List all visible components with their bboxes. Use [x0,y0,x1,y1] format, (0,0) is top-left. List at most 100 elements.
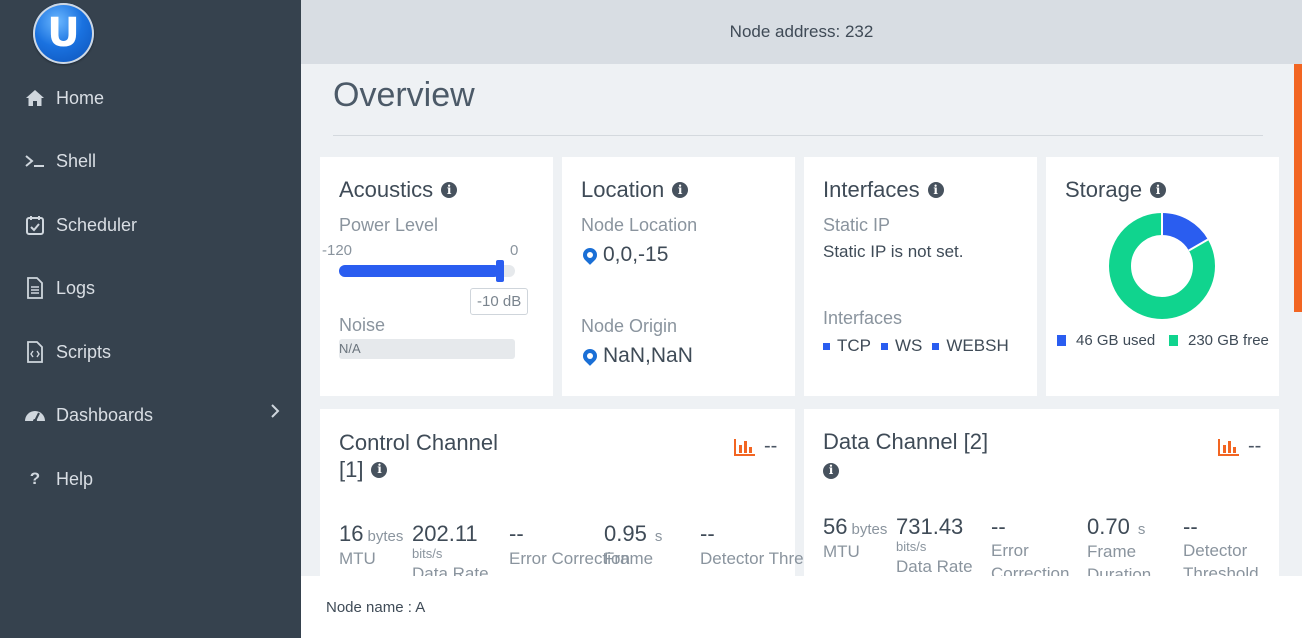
bullet-icon [881,342,888,350]
info-icon[interactable]: i [441,182,458,198]
sidebar-item-help[interactable]: ? Help [24,464,93,494]
interface-label: TCP [837,336,871,355]
main-content: Overview Acoustics i Power Level -120 0 … [301,64,1302,576]
dc-mtu: 56 bytes [823,514,887,540]
app-logo[interactable]: U [33,3,94,64]
footer: Node name : A [301,576,1302,638]
location-title-text: Location [581,177,665,202]
sidebar-item-dashboards[interactable]: Dashboards [24,400,153,430]
data-channel-title-text: Data Channel [2] [823,429,989,454]
sidebar-item-label: Scheduler [56,214,138,235]
static-ip-value: Static IP is not set. [823,242,964,261]
page-title: Overview [333,76,475,114]
bullet-icon [823,342,830,350]
sidebar-item-label: Home [56,87,105,108]
sidebar-item-scheduler[interactable]: Scheduler [24,210,137,240]
info-icon[interactable]: i [672,182,689,198]
sidebar-item-label: Dashboards [56,404,154,425]
info-icon[interactable]: i [927,182,944,198]
interfaces-card: Interfaces i Static IP Static IP is not … [804,157,1037,396]
legend-used: 46 GB used [1057,332,1155,349]
code-file-icon [24,341,46,363]
map-pin-icon [580,245,600,265]
storage-title: Storage i [1065,177,1167,203]
scrollbar-thumb[interactable] [1294,64,1302,312]
acoustics-card: Acoustics i Power Level -120 0 -10 dB No… [320,157,553,396]
node-origin-label: Node Origin [581,316,678,336]
dc-detector-label-1: Detector [1183,541,1248,560]
home-icon [24,87,46,109]
dc-frame-label-1: Frame [1087,542,1137,561]
storage-title-text: Storage [1065,177,1143,202]
sidebar-item-label: Help [56,468,94,489]
document-icon [24,277,46,299]
power-slider[interactable] [339,260,515,282]
location-card: Location i Node Location 0,0,-15 Node Or… [562,157,795,396]
cc-mtu-unit: bytes [367,528,404,545]
cc-data-rate-label: Data Rate [412,564,489,576]
data-channel-title: Data Channel [2] i [823,429,988,479]
dashboard-icon [24,404,46,426]
sidebar-item-shell[interactable]: Shell [24,146,96,176]
interfaces-title: Interfaces i [823,177,944,203]
info-icon[interactable]: i [823,462,839,479]
dc-error-label-2: Correction [991,564,1070,576]
cc-mtu-value: 16 [339,521,364,546]
cc-detector-value: -- [700,521,715,546]
sidebar-item-logs[interactable]: Logs [24,273,95,303]
interface-label: WS [895,336,923,355]
node-location: 0,0,-15 [580,243,668,267]
node-address: Node address: 232 [729,22,874,41]
dc-data-rate-value: 731.43 [896,514,964,539]
storage-card: Storage i 46 GB used 230 GB free [1046,157,1279,396]
noise-label: Noise [339,315,386,335]
cc-frame-label: Frame [604,549,654,568]
dc-detector-value: -- [1183,514,1198,539]
data-channel-chart-button[interactable]: -- [1218,435,1261,458]
node-name: Node name : A [326,599,426,616]
dc-error-label-1: Error [991,541,1029,560]
sidebar: U Home Shell Scheduler Logs Scripts Dash… [0,0,301,638]
legend-swatch-free [1169,335,1178,346]
slider-max-label: 0 [510,242,519,259]
bar-chart-icon [1218,438,1239,456]
terminal-icon [24,150,46,172]
title-divider [333,135,1263,136]
info-icon[interactable]: i [371,461,388,478]
dc-frame-label-2: Duration [1087,565,1152,576]
cc-mtu-label: MTU [339,549,376,568]
cc-frame-value: 0.95 [604,521,647,546]
control-channel-title: Control Channel [1] i [339,429,498,483]
dc-frame-value: 0.70 [1087,514,1130,539]
cc-mtu: 16 bytes [339,521,403,547]
storage-donut-chart [1109,213,1215,319]
sidebar-item-scripts[interactable]: Scripts [24,337,111,367]
power-slider-tooltip: -10 dB [470,288,529,315]
noise-bar: N/A [339,339,515,359]
cc-frame: 0.95 s [604,521,662,547]
static-ip-label: Static IP [823,215,891,235]
calendar-icon [24,214,46,236]
logo-letter: U [47,9,80,56]
sidebar-item-label: Shell [56,150,97,171]
node-origin-value: NaN,NaN [603,344,693,367]
acoustics-title-text: Acoustics [339,177,434,202]
cc-error-value: -- [509,521,524,546]
dc-error-value: -- [991,514,1006,539]
dc-mtu-label: MTU [823,542,860,561]
node-origin: NaN,NaN [580,344,693,368]
dc-frame: 0.70 s [1087,514,1145,540]
info-icon[interactable]: i [1150,182,1167,198]
cc-data-rate-unit: bits/s [412,546,443,561]
sidebar-item-label: Logs [56,277,96,298]
interfaces-list: TCP WS WEBSH [823,336,1019,356]
power-slider-handle[interactable] [496,260,504,282]
location-title: Location i [581,177,689,203]
node-location-label: Node Location [581,215,698,235]
control-channel-chart-button[interactable]: -- [734,435,777,458]
power-level-label: Power Level [339,215,439,235]
chevron-right-icon[interactable] [270,403,280,424]
sidebar-item-home[interactable]: Home [24,83,104,113]
dc-detector-label-2: Threshold [1183,564,1259,576]
control-channel-card: Control Channel [1] i -- 16 bytes MTU 202… [320,409,844,576]
